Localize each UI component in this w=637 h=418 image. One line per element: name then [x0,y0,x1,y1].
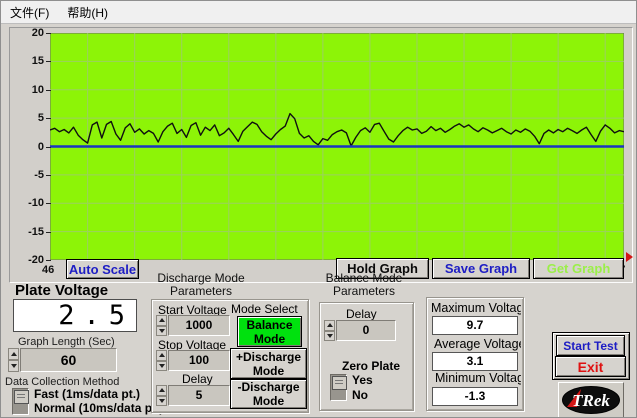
mode-select-label: Mode Select [231,302,298,316]
start-voltage-field[interactable]: 1000 [168,315,230,336]
balance-section-title: Balance Mode Parameters [314,272,414,298]
save-graph-button[interactable]: Save Graph [432,258,530,279]
svg-text:TRek: TRek [572,391,610,410]
y-tick-label: -5 [14,169,44,181]
graph-length-stepper[interactable] [8,348,19,372]
x-scale-marker-icon [626,252,633,262]
start-voltage-stepper[interactable] [156,315,167,336]
button-label: Balance [246,318,292,332]
button-label: +Discharge [236,350,301,364]
average-voltage-field: 3.1 [432,352,518,371]
increment-icon[interactable] [156,315,167,326]
increment-icon[interactable] [324,320,335,331]
plate-voltage-label: Plate Voltage [15,282,108,299]
decrement-icon[interactable] [8,360,19,372]
y-tick-label: 5 [14,112,44,124]
decrement-icon[interactable] [324,331,335,342]
maximum-voltage-label: Maximum Voltage [431,301,521,315]
increment-icon[interactable] [8,348,19,360]
button-label: Mode [253,394,284,408]
minus-discharge-mode-button[interactable]: -Discharge Mode [230,379,307,409]
exit-button[interactable]: Exit [555,356,626,377]
auto-scale-button[interactable]: Auto Scale [66,259,139,279]
increment-icon[interactable] [156,385,167,396]
data-collection-option-fast[interactable]: Fast (1ms/data pt.) [34,387,140,401]
zero-plate-switch[interactable] [330,374,347,401]
voltage-waveform-chart [50,33,624,260]
balance-delay-label: Delay [346,307,377,321]
y-tick-label: 10 [14,84,44,96]
trek-logo-icon: TRek [561,385,621,415]
menu-file[interactable]: 文件(F) [1,1,58,24]
button-label: Mode [253,364,284,378]
plus-discharge-mode-button[interactable]: +Discharge Mode [230,348,307,379]
minimum-voltage-label: Minimum Voltage [435,371,521,385]
graph-length-label: Graph Length (Sec) [18,336,115,348]
zero-plate-option-no[interactable]: No [352,388,368,402]
app-window: 文件(F) 帮助(H) 20 15 10 5 0 -5 -10 -15 -20 … [0,0,637,418]
average-voltage-label: Average Voltage [434,337,521,351]
discharge-section-title: Discharge Mode Parameters [146,272,256,298]
plate-voltage-value: 2.5 [58,300,136,331]
maximum-voltage-field: 9.7 [432,316,518,335]
y-tick-label: 20 [14,27,44,39]
y-tick-label: -10 [14,197,44,209]
trek-logo: TRek [558,382,624,418]
data-collection-option-normal[interactable]: Normal (10ms/data pt.) [34,401,163,415]
stop-voltage-field[interactable]: 100 [168,350,230,371]
data-collection-switch[interactable] [12,388,29,415]
start-test-button[interactable]: Start Test [556,335,625,356]
y-tick-label: -20 [14,254,44,266]
switch-knob-icon [14,390,29,404]
plot-area[interactable] [50,33,624,260]
decrement-icon[interactable] [156,361,167,372]
zero-plate-option-yes[interactable]: Yes [352,373,373,387]
y-tick-label: -15 [14,226,44,238]
balance-mode-button[interactable]: Balance Mode [237,316,302,347]
graph-length-field[interactable]: 60 [20,348,117,372]
button-label: Mode [254,332,285,346]
discharge-title-line2: Parameters [146,285,256,298]
zero-plate-label: Zero Plate [342,359,400,373]
x-tick-label-min: 46 [42,264,54,277]
y-tick-label: 15 [14,55,44,67]
decrement-icon[interactable] [156,326,167,337]
switch-knob-icon [332,376,347,390]
discharge-delay-field[interactable]: 5 [168,385,230,406]
balance-delay-field[interactable]: 0 [336,320,396,341]
discharge-delay-stepper[interactable] [156,385,167,406]
discharge-delay-label: Delay [182,372,213,386]
balance-delay-stepper[interactable] [324,320,335,341]
menu-bar: 文件(F) 帮助(H) [1,1,637,24]
menu-help[interactable]: 帮助(H) [58,1,117,24]
decrement-icon[interactable] [156,396,167,407]
button-label: -Discharge [237,380,299,394]
increment-icon[interactable] [156,350,167,361]
waveform-chart-panel: 20 15 10 5 0 -5 -10 -15 -20 46 107 Auto … [9,27,633,283]
stop-voltage-stepper[interactable] [156,350,167,371]
plate-voltage-display: 2.5 [13,299,137,332]
get-graph-button[interactable]: Get Graph [533,258,624,279]
balance-title-line2: Parameters [314,285,414,298]
y-tick-label: 0 [14,141,44,153]
minimum-voltage-field: -1.3 [432,387,518,406]
